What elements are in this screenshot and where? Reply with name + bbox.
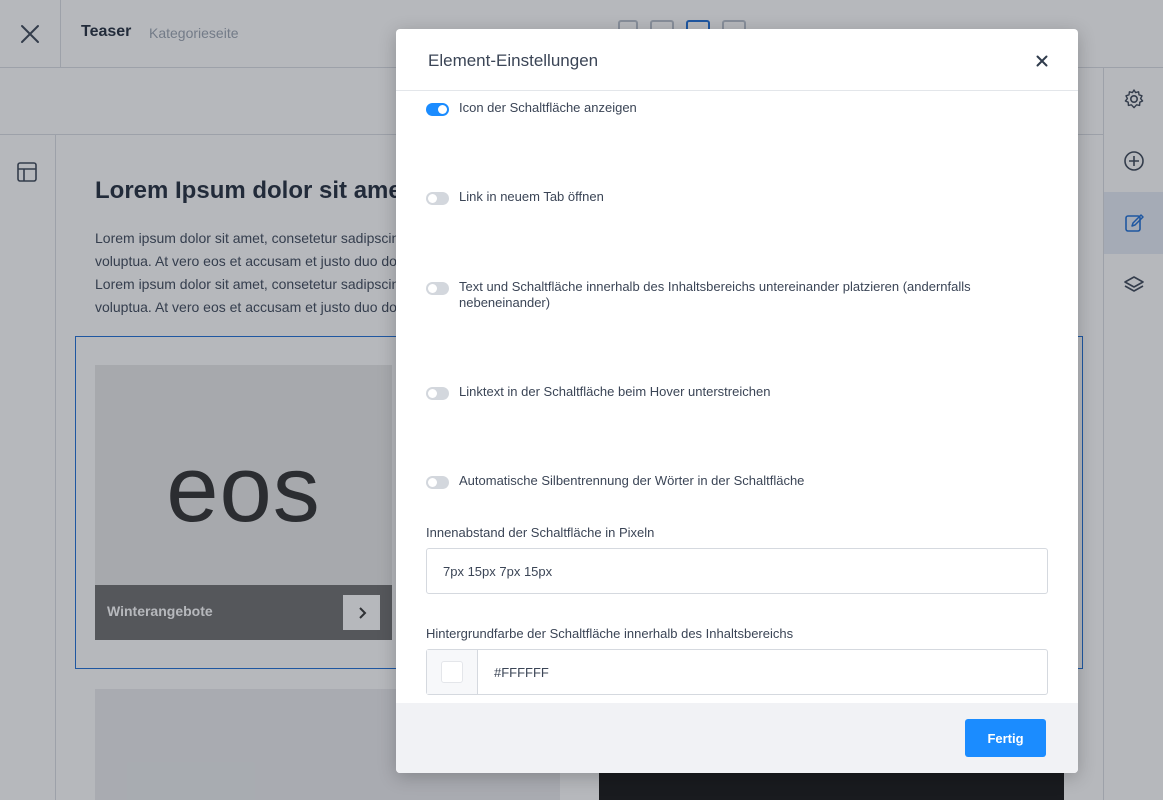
- modal-title: Element-Einstellungen: [428, 51, 599, 70]
- toggle-row-new-tab: Link in neuem Tab öffnen: [426, 189, 1036, 205]
- background-color-input[interactable]: [478, 650, 1047, 694]
- element-settings-modal: Element-Einstellungen Icon der Schaltflä…: [396, 29, 1078, 773]
- done-button[interactable]: Fertig: [965, 719, 1046, 757]
- toggle-row-hover-underline: Linktext in der Schaltfläche beim Hover …: [426, 384, 1036, 400]
- modal-header: Element-Einstellungen: [396, 29, 1078, 91]
- toggle-label: Text und Schaltfläche innerhalb des Inha…: [459, 279, 971, 310]
- modal-body: Icon der Schaltfläche anzeigen Link in n…: [396, 91, 1078, 703]
- toggle-show-icon[interactable]: [426, 103, 449, 116]
- color-swatch-button[interactable]: [427, 650, 478, 694]
- modal-close-button[interactable]: [1028, 47, 1056, 75]
- toggle-label: Link in neuem Tab öffnen: [459, 189, 604, 204]
- toggle-knob: [438, 105, 447, 114]
- background-color-field: [426, 649, 1048, 695]
- toggle-row-stack-layout: Text und Schaltfläche innerhalb des Inha…: [426, 279, 1036, 311]
- toggle-knob: [428, 194, 437, 203]
- toggle-knob: [428, 284, 437, 293]
- toggle-knob: [428, 389, 437, 398]
- padding-input[interactable]: [426, 548, 1048, 594]
- toggle-row-show-icon: Icon der Schaltfläche anzeigen: [426, 100, 1036, 116]
- toggle-stack-layout[interactable]: [426, 282, 449, 295]
- toggle-label: Automatische Silbentrennung der Wörter i…: [459, 473, 805, 488]
- modal-footer: Fertig: [396, 703, 1078, 773]
- toggle-hyphenation[interactable]: [426, 476, 449, 489]
- background-color-label: Hintergrundfarbe der Schaltfläche innerh…: [426, 626, 794, 641]
- padding-field-label: Innenabstand der Schaltfläche in Pixeln: [426, 525, 655, 540]
- color-swatch: [441, 661, 463, 683]
- toggle-new-tab[interactable]: [426, 192, 449, 205]
- close-icon: [1036, 55, 1048, 67]
- toggle-hover-underline[interactable]: [426, 387, 449, 400]
- toggle-knob: [428, 478, 437, 487]
- toggle-row-hyphenation: Automatische Silbentrennung der Wörter i…: [426, 473, 1036, 489]
- toggle-label: Linktext in der Schaltfläche beim Hover …: [459, 384, 771, 399]
- toggle-label: Icon der Schaltfläche anzeigen: [459, 100, 637, 115]
